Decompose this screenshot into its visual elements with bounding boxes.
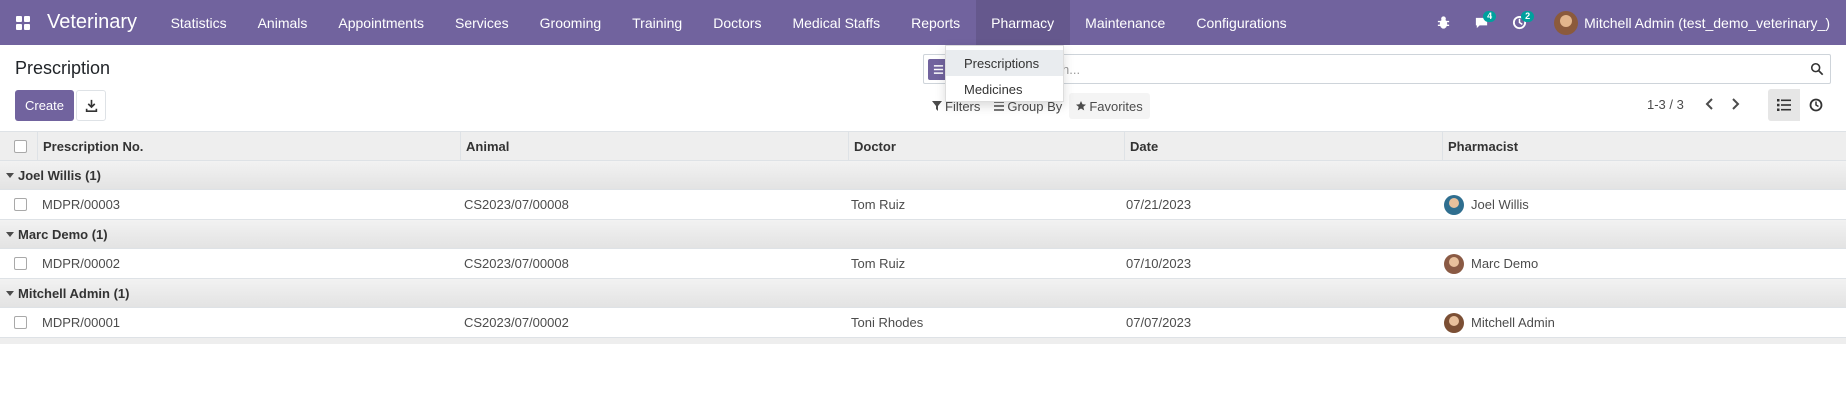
- select-all-checkbox[interactable]: [14, 140, 27, 153]
- cell-animal: CS2023/07/00008: [464, 256, 569, 271]
- menu-doctors[interactable]: Doctors: [698, 0, 777, 45]
- favorites-button[interactable]: Favorites: [1069, 93, 1150, 119]
- star-icon: [1076, 101, 1087, 111]
- menu-animals[interactable]: Animals: [242, 0, 323, 45]
- pharmacist-name: Mitchell Admin: [1471, 315, 1555, 330]
- cell-pharmacist: Joel Willis: [1444, 190, 1529, 219]
- apps-menu-icon[interactable]: [0, 0, 45, 45]
- list-footer: [0, 338, 1846, 344]
- group-by-icon: [994, 101, 1005, 111]
- menu-appointments[interactable]: Appointments: [323, 0, 440, 45]
- search-icon[interactable]: [1810, 62, 1824, 76]
- app-brand[interactable]: Veterinary: [47, 11, 137, 34]
- column-pharmacist[interactable]: Pharmacist: [1442, 132, 1846, 160]
- main-menu: Statistics Animals Appointments Services…: [155, 0, 1302, 45]
- pager-value[interactable]: 1-3 / 3: [1647, 97, 1684, 112]
- list-view-button[interactable]: [1768, 89, 1800, 121]
- messages-badge: 4: [1483, 11, 1497, 22]
- activities-badge: 2: [1521, 11, 1535, 22]
- avatar: [1444, 253, 1464, 274]
- cell-prescription-no: MDPR/00001: [42, 315, 121, 330]
- menu-medical-staffs[interactable]: Medical Staffs: [777, 0, 896, 45]
- row-checkbox[interactable]: [14, 316, 27, 329]
- pager-next-button[interactable]: [1727, 95, 1745, 113]
- avatar: [1444, 194, 1464, 215]
- caret-down-icon: [6, 172, 14, 178]
- chevron-right-icon: [1732, 98, 1740, 110]
- dropdown-item-medicines[interactable]: Medicines: [946, 76, 1063, 102]
- create-button[interactable]: Create: [15, 90, 74, 121]
- group-row[interactable]: Mitchell Admin (1): [0, 279, 1846, 308]
- cell-prescription-no: MDPR/00003: [42, 197, 121, 212]
- column-animal[interactable]: Animal: [460, 132, 848, 160]
- pharmacy-dropdown: Prescriptions Medicines: [945, 45, 1064, 102]
- menu-maintenance[interactable]: Maintenance: [1070, 0, 1181, 45]
- menu-training[interactable]: Training: [617, 0, 698, 45]
- cell-date: 07/10/2023: [1126, 256, 1192, 271]
- bug-icon[interactable]: [1424, 0, 1462, 45]
- favorites-label: Favorites: [1089, 98, 1143, 114]
- column-doctor[interactable]: Doctor: [848, 132, 1124, 160]
- top-navbar: Veterinary Statistics Animals Appointmen…: [0, 0, 1846, 45]
- table-row[interactable]: MDPR/00001 CS2023/07/00002 Toni Rhodes 0…: [0, 308, 1846, 338]
- dropdown-item-prescriptions[interactable]: Prescriptions: [946, 50, 1063, 76]
- menu-configurations[interactable]: Configurations: [1181, 0, 1302, 45]
- cell-prescription-no: MDPR/00002: [42, 256, 121, 271]
- cell-doctor: Tom Ruiz: [851, 256, 906, 271]
- menu-grooming[interactable]: Grooming: [524, 0, 616, 45]
- cell-doctor: Toni Rhodes: [851, 315, 924, 330]
- download-button[interactable]: [76, 90, 106, 121]
- table-row[interactable]: MDPR/00003 CS2023/07/00008 Tom Ruiz 07/2…: [0, 190, 1846, 220]
- cell-pharmacist: Marc Demo: [1444, 249, 1538, 278]
- user-name: Mitchell Admin (test_demo_veterinary_): [1584, 14, 1830, 31]
- cell-doctor: Tom Ruiz: [851, 197, 906, 212]
- pharmacist-name: Marc Demo: [1471, 256, 1539, 271]
- group-label: Marc Demo (1): [18, 226, 108, 242]
- group-row[interactable]: Marc Demo (1): [0, 220, 1846, 249]
- column-prescription-no[interactable]: Prescription No.: [37, 132, 460, 160]
- column-date[interactable]: Date: [1124, 132, 1442, 160]
- prescription-list: Prescription No. Animal Doctor Date Phar…: [0, 131, 1846, 344]
- menu-services[interactable]: Services: [439, 0, 524, 45]
- messages-icon[interactable]: 4: [1462, 0, 1500, 45]
- table-row[interactable]: MDPR/00002 CS2023/07/00008 Tom Ruiz 07/1…: [0, 249, 1846, 279]
- cell-animal: CS2023/07/00002: [464, 315, 569, 330]
- download-icon: [85, 99, 97, 112]
- group-label: Joel Willis (1): [18, 167, 101, 183]
- caret-down-icon: [6, 290, 14, 296]
- cell-date: 07/21/2023: [1126, 197, 1192, 212]
- menu-pharmacy[interactable]: Pharmacy: [975, 0, 1070, 45]
- menu-statistics[interactable]: Statistics: [155, 0, 242, 45]
- chevron-left-icon: [1705, 98, 1713, 110]
- cell-animal: CS2023/07/00008: [464, 197, 569, 212]
- user-menu[interactable]: Mitchell Admin (test_demo_veterinary_): [1538, 10, 1846, 35]
- avatar: [1444, 312, 1464, 333]
- caret-down-icon: [6, 231, 14, 237]
- list-header: Prescription No. Animal Doctor Date Phar…: [0, 131, 1846, 161]
- pager-previous-button[interactable]: [1700, 95, 1718, 113]
- filter-icon: [932, 101, 942, 111]
- clock-icon: [1809, 98, 1823, 112]
- cell-date: 07/07/2023: [1126, 315, 1192, 330]
- activity-view-button[interactable]: [1800, 89, 1832, 121]
- page-title: Prescription: [15, 58, 111, 78]
- cell-pharmacist: Mitchell Admin: [1444, 308, 1555, 337]
- pharmacist-name: Joel Willis: [1471, 197, 1529, 212]
- activities-icon[interactable]: 2: [1500, 0, 1538, 45]
- row-checkbox[interactable]: [14, 198, 27, 211]
- group-row[interactable]: Joel Willis (1): [0, 161, 1846, 190]
- systray: 4 2 Mitchell Admin (test_demo_veterinary…: [1424, 0, 1846, 45]
- row-checkbox[interactable]: [14, 257, 27, 270]
- menu-reports[interactable]: Reports: [896, 0, 976, 45]
- group-label: Mitchell Admin (1): [18, 285, 130, 301]
- list-icon: [1777, 99, 1791, 111]
- user-avatar: [1554, 10, 1579, 35]
